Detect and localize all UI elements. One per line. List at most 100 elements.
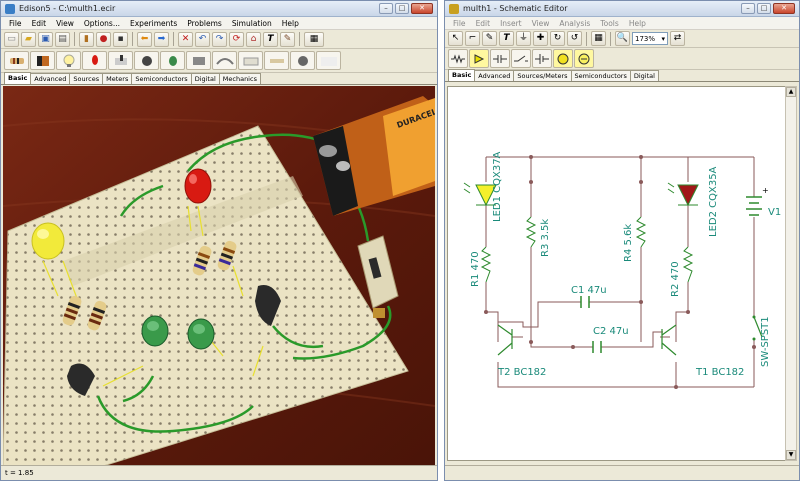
schem-tab-sources-meters[interactable]: Sources/Meters	[513, 70, 572, 81]
schem-menu-help[interactable]: Help	[624, 19, 651, 28]
schem-tab-basic[interactable]: Basic	[448, 69, 476, 81]
schem-resistor-icon[interactable]	[448, 49, 468, 68]
schem-menu-tools[interactable]: Tools	[595, 19, 623, 28]
schematic-titlebar[interactable]: multh1 - Schematic Editor – □ ✕	[445, 1, 799, 17]
print-icon[interactable]: ▤	[55, 31, 70, 47]
speaker-part-icon[interactable]	[290, 51, 315, 70]
wire-part-icon[interactable]	[212, 51, 237, 70]
ground-tool-icon[interactable]: ⏚	[516, 31, 531, 46]
menu-file[interactable]: File	[4, 19, 27, 28]
zoom-icon[interactable]: 🔍	[615, 31, 630, 46]
schem-menu-insert[interactable]: Insert	[495, 19, 527, 28]
meter-tool-icon[interactable]: ▪	[113, 31, 128, 47]
menu-options[interactable]: Options...	[79, 19, 125, 28]
wire-tool-icon[interactable]: ⌐	[465, 31, 480, 46]
schem-c1[interactable]: C1 47u	[571, 285, 607, 308]
grid-toggle-icon[interactable]: ▦	[591, 31, 606, 46]
tab-mechanics[interactable]: Mechanics	[218, 73, 261, 84]
redo-icon[interactable]: ↷	[212, 31, 227, 47]
schem-r4[interactable]: R4 5.6k	[623, 216, 647, 262]
open-folder-icon[interactable]: ▰	[21, 31, 36, 47]
schem-tab-advanced[interactable]: Advanced	[474, 70, 515, 81]
maximize-button[interactable]: □	[395, 3, 409, 14]
tab-meters[interactable]: Meters	[102, 73, 133, 84]
schem-menu-edit[interactable]: Edit	[471, 19, 496, 28]
tab-semiconductors[interactable]: Semiconductors	[131, 73, 192, 84]
zoom-select[interactable]: 173% ▾	[632, 32, 668, 45]
schem-lamp-icon[interactable]	[553, 49, 573, 68]
flip-icon[interactable]: ⇄	[670, 31, 685, 46]
menu-simulation[interactable]: Simulation	[227, 19, 277, 28]
button-part-icon[interactable]	[134, 51, 159, 70]
rotate-cw-icon[interactable]: ↻	[550, 31, 565, 46]
rotate-ccw-icon[interactable]: ↺	[567, 31, 582, 46]
schem-battery-icon[interactable]	[532, 49, 552, 68]
tab-advanced[interactable]: Advanced	[30, 73, 71, 84]
fuse-part-icon[interactable]	[264, 51, 289, 70]
schem-r2[interactable]: R2 470	[670, 246, 694, 297]
schem-menu-file[interactable]: File	[448, 19, 471, 28]
schem-led1[interactable]: LED1 CQX37A	[463, 151, 503, 222]
text-label-tool-icon[interactable]: T	[499, 31, 514, 46]
undo-icon[interactable]: ↶	[195, 31, 210, 47]
capacitor-part-icon[interactable]	[160, 51, 185, 70]
rotate-icon[interactable]: ⟳	[229, 31, 244, 47]
schem-switch-icon[interactable]	[511, 49, 531, 68]
tab-sources[interactable]: Sources	[69, 73, 104, 84]
schematic-maximize-button[interactable]: □	[757, 3, 771, 14]
schem-tab-digital[interactable]: Digital	[629, 70, 659, 81]
schematic-vertical-scrollbar[interactable]: ▲ ▼	[785, 86, 797, 461]
schem-menu-analysis[interactable]: Analysis	[554, 19, 595, 28]
schem-c2[interactable]: C2 47u	[592, 326, 629, 353]
yellow-led[interactable]	[31, 222, 65, 260]
schematic-view-icon[interactable]: ▦	[304, 31, 324, 47]
minimize-button[interactable]: –	[379, 3, 393, 14]
paint-icon[interactable]: ✎	[280, 31, 295, 47]
red-led[interactable]	[184, 168, 212, 204]
relay-part-icon[interactable]	[238, 51, 263, 70]
workbench-3d-view[interactable]: DURACELL	[3, 86, 435, 465]
pen-tool-icon[interactable]: ✎	[482, 31, 497, 46]
scroll-down-icon[interactable]: ▼	[786, 450, 796, 460]
lamp-part-icon[interactable]	[56, 51, 81, 70]
menu-edit[interactable]: Edit	[27, 19, 52, 28]
text-tool-icon[interactable]: T	[263, 31, 278, 47]
schem-switch[interactable]: SW-SPST1	[752, 315, 772, 368]
schem-t1-transistor[interactable]: T1 BC182	[661, 324, 744, 378]
breadboard-part-icon[interactable]	[316, 51, 341, 70]
home-icon[interactable]: ⌂	[246, 31, 261, 47]
save-icon[interactable]: ▣	[38, 31, 53, 47]
pointer-tool-icon[interactable]: ↖	[448, 31, 463, 46]
back-arrow-icon[interactable]: ⬅	[137, 31, 152, 47]
schem-led2[interactable]: LED2 CQX35A	[667, 166, 719, 237]
scroll-up-icon[interactable]: ▲	[786, 87, 796, 97]
schematic-minimize-button[interactable]: –	[741, 3, 755, 14]
schem-t2-transistor[interactable]: T2 BC182	[497, 324, 546, 378]
motor-part-icon[interactable]	[186, 51, 211, 70]
schem-bulb-icon[interactable]	[574, 49, 594, 68]
tab-digital[interactable]: Digital	[190, 73, 220, 84]
schem-r1[interactable]: R1 470	[470, 246, 492, 287]
tab-basic[interactable]: Basic	[4, 72, 32, 84]
menu-experiments[interactable]: Experiments	[125, 19, 182, 28]
battery-part-icon[interactable]	[30, 51, 55, 70]
schem-capacitor-icon[interactable]	[490, 49, 510, 68]
menu-help[interactable]: Help	[277, 19, 304, 28]
red-led-part-icon[interactable]	[82, 51, 107, 70]
edison-titlebar[interactable]: Edison5 - C:\multh1.ecir – □ ✕	[1, 1, 437, 17]
schem-v1-battery[interactable]: + V1	[746, 186, 781, 218]
forward-arrow-icon[interactable]: ➡	[154, 31, 169, 47]
junction-tool-icon[interactable]: ✚	[533, 31, 548, 46]
schematic-canvas[interactable]: LED1 CQX37A R3 3.5k R4 5.6k LED2 CQX35A	[447, 86, 787, 461]
schem-tab-semiconductors[interactable]: Semiconductors	[570, 70, 631, 81]
resistor-part-icon[interactable]	[4, 51, 29, 70]
schem-menu-view[interactable]: View	[527, 19, 555, 28]
delete-icon[interactable]: ✕	[178, 31, 193, 47]
switch-part-icon[interactable]	[108, 51, 133, 70]
battery-tool-icon[interactable]: ▮	[79, 31, 94, 47]
close-button[interactable]: ✕	[411, 3, 433, 14]
new-file-icon[interactable]: ▭	[4, 31, 19, 47]
schematic-close-button[interactable]: ✕	[773, 3, 795, 14]
probe-tool-icon[interactable]: ●	[96, 31, 111, 47]
menu-problems[interactable]: Problems	[182, 19, 227, 28]
